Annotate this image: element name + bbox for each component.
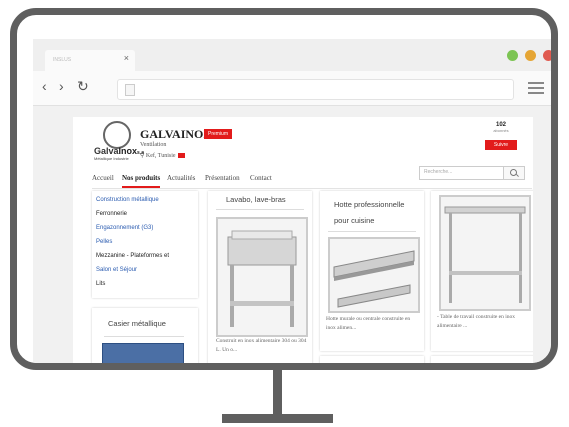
product-description: - Table de travail construite en inox al…: [437, 314, 516, 329]
category-item[interactable]: Mezzanine - Plateformes et: [96, 253, 169, 259]
search-icon: [510, 169, 517, 176]
card-divider: [216, 209, 304, 210]
search-placeholder: Recherche...: [424, 169, 453, 175]
browser-tab[interactable]: INSLUS ×: [45, 50, 135, 71]
location-pin-icon: ⚲: [140, 153, 145, 159]
forward-icon[interactable]: ›: [59, 78, 64, 94]
product-image-casier: [102, 343, 184, 363]
product-image-hotte: [328, 237, 420, 313]
tunisia-flag-icon: [177, 153, 185, 159]
address-bar[interactable]: [117, 79, 514, 100]
close-window-button[interactable]: [543, 50, 551, 61]
menu-item-accueil[interactable]: Accueil: [92, 174, 114, 182]
product-title: Hotte professionnelle pour cuisine: [334, 200, 405, 225]
tab-bar: INSLUS ×: [33, 39, 551, 71]
monitor-stand-base: [222, 414, 333, 423]
hood-illustration: [333, 250, 415, 308]
web-page: GalvaInoxs.a Métallique Industrie GALVAI…: [73, 117, 533, 363]
product-card-next[interactable]: [320, 356, 424, 363]
company-category: Ventilation: [140, 142, 167, 148]
maximize-button[interactable]: [507, 50, 518, 61]
category-item[interactable]: Pelles: [96, 239, 112, 245]
reload-icon[interactable]: ↻: [77, 78, 89, 95]
product-title: Lavabo, lave-bras: [226, 195, 286, 204]
category-list: Construction métallique Ferronnerie Enga…: [92, 191, 198, 298]
logo-wordmark: GalvaInoxs.a: [94, 146, 144, 156]
product-description: Construit en inox alimentaire 304 ou 304…: [216, 338, 307, 353]
product-image-lavabo: [216, 217, 308, 337]
category-item[interactable]: Construction métallique: [96, 197, 159, 203]
product-description: Hotte murale ou centrale construite en i…: [326, 316, 411, 331]
monitor-frame: INSLUS × ‹ › ↻ GalvaInoxs.a Métallique I…: [10, 8, 558, 370]
category-item[interactable]: Lits: [96, 281, 105, 287]
company-name: GALVAINOX: [140, 127, 213, 141]
back-icon[interactable]: ‹: [42, 78, 47, 94]
card-divider: [328, 231, 416, 232]
product-card-hotte[interactable]: Hotte professionnelle pour cuisine Hotte…: [320, 191, 424, 351]
tab-title: INSLUS: [53, 57, 72, 63]
logo-emblem-icon: [103, 121, 131, 149]
category-item[interactable]: Ferronnerie: [96, 211, 127, 217]
company-location: ⚲ Kef, Tunisie: [140, 152, 185, 159]
menu-icon[interactable]: [528, 82, 544, 94]
menu-item-presentation[interactable]: Présentation: [205, 174, 240, 182]
product-image-table: [439, 195, 531, 311]
minimize-button[interactable]: [525, 50, 536, 61]
product-card-table[interactable]: - Table de travail construite en inox al…: [431, 191, 533, 351]
product-card-casier[interactable]: Casier métallique: [92, 308, 198, 363]
product-title: Casier métallique: [108, 319, 166, 328]
page-icon: [125, 84, 135, 96]
product-card-lavabo[interactable]: Lavabo, lave-bras Construit en inox alim…: [208, 191, 312, 363]
table-illustration: [444, 206, 526, 303]
menu-item-nos-produits[interactable]: Nos produits: [122, 174, 161, 188]
card-divider: [104, 336, 184, 337]
search-button[interactable]: [503, 166, 525, 180]
navigation-bar: ‹ › ↻: [33, 71, 551, 106]
follow-button[interactable]: Suivre: [485, 140, 517, 150]
location-text: Kef, Tunisie: [145, 153, 176, 159]
followers-box: 102 abonnés: [485, 122, 517, 133]
menu-item-actualites[interactable]: Actualités: [167, 174, 195, 182]
sink-illustration: [227, 230, 297, 327]
close-tab-icon[interactable]: ×: [124, 53, 129, 63]
category-item[interactable]: Salon et Séjour: [96, 267, 137, 273]
category-item[interactable]: Engazonnement (G3): [96, 225, 153, 231]
followers-label: abonnés: [493, 128, 509, 133]
menu-item-contact[interactable]: Contact: [250, 174, 272, 182]
logo-tagline: Métallique Industrie: [94, 156, 129, 161]
browser-window: INSLUS × ‹ › ↻ GalvaInoxs.a Métallique I…: [33, 39, 551, 363]
product-card-next[interactable]: [431, 356, 533, 363]
company-logo[interactable]: GalvaInoxs.a Métallique Industrie: [94, 121, 144, 161]
premium-badge: Premium: [204, 129, 233, 139]
monitor-stand-neck: [273, 368, 282, 418]
search-input[interactable]: Recherche...: [419, 166, 505, 180]
